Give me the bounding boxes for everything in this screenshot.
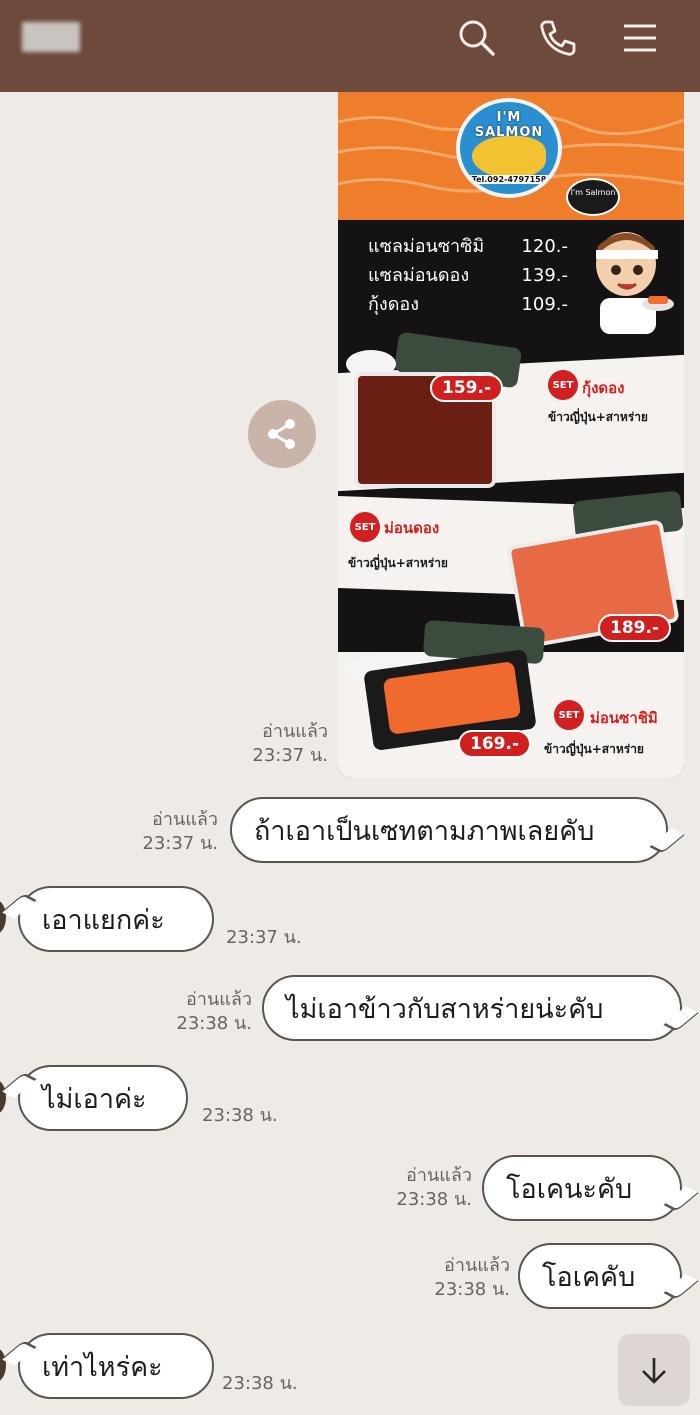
message-time: 23:38 น.: [202, 1105, 278, 1126]
set-price-tag: 169.-: [458, 730, 531, 758]
outgoing-message-bubble[interactable]: โอเคนะคับ: [482, 1155, 682, 1221]
incoming-message-bubble[interactable]: เอาแยกค่ะ: [18, 886, 214, 952]
contact-name-blurred: [22, 22, 80, 52]
chef-mascot-icon: [596, 232, 674, 334]
read-receipt: อ่านแล้ว: [262, 721, 328, 742]
message-meta: 23:38 น.: [222, 1372, 298, 1396]
message-text: ไม่เอาข้าวกับสาหร่ายน่ะคับ: [286, 993, 604, 1025]
phone-icon[interactable]: [536, 16, 580, 60]
set-subtitle: ข้าวญี่ปุ่น+สาหร่าย: [348, 556, 448, 570]
message-text: โอเคคับ: [542, 1261, 636, 1293]
set-title: ม่อนดอง: [384, 519, 440, 537]
set-badge: SET: [554, 700, 584, 730]
price-list: แซลม่อนซาซิมิ 120.- แซลม่อนดอง 139.- กุ้งด…: [368, 232, 568, 319]
message-time: 23:38 น.: [434, 1279, 510, 1300]
set-title: กุ้งดอง: [582, 379, 625, 397]
set-badge: SET: [350, 512, 380, 542]
set-price-tag: 159.-: [430, 374, 503, 402]
price-row: แซลม่อนดอง 139.-: [368, 265, 568, 286]
outgoing-message-bubble[interactable]: ถ้าเอาเป็นเซทตามภาพเลยคับ: [230, 797, 668, 863]
price-row: กุ้งดอง 109.-: [368, 294, 568, 315]
mascot-speech-bubble: I'm Salmon: [566, 178, 620, 216]
read-receipt: อ่านแล้ว: [152, 809, 218, 830]
menu-image-message[interactable]: I'M SALMON Tel.092-4797158 I'm Salmon แซ…: [338, 92, 684, 778]
message-meta: 23:38 น.: [202, 1104, 278, 1128]
message-text: ถ้าเอาเป็นเซทตามภาพเลยคับ: [254, 815, 595, 847]
outgoing-message-bubble[interactable]: โอเคคับ: [518, 1243, 682, 1309]
read-receipt: อ่านแล้ว: [444, 1255, 510, 1276]
menu-icon[interactable]: [618, 16, 662, 60]
arrow-down-icon: [642, 1358, 666, 1384]
message-time: 23:38 น.: [222, 1373, 298, 1394]
read-receipt: อ่านแล้ว: [406, 1165, 472, 1186]
scroll-to-bottom-button[interactable]: [618, 1334, 690, 1406]
menu-banner: I'M SALMON Tel.092-4797158: [338, 92, 684, 220]
set-title: ม่อนซาชิมิ: [590, 709, 658, 727]
message-time: 23:37 น.: [252, 745, 328, 766]
set-subtitle: ข้าวญี่ปุ่น+สาหร่าย: [548, 410, 648, 424]
message-time: 23:37 น.: [142, 833, 218, 854]
share-icon: [268, 419, 295, 449]
incoming-message-bubble[interactable]: ไม่เอาค่ะ: [18, 1065, 188, 1131]
fish-icon: [472, 136, 546, 178]
price-row: แซลม่อนซาซิมิ 120.-: [368, 236, 568, 257]
set-price-tag: 189.-: [598, 614, 671, 642]
outgoing-message-bubble[interactable]: ไม่เอาข้าวกับสาหร่ายน่ะคับ: [262, 975, 682, 1041]
read-receipt: อ่านแล้ว: [186, 989, 252, 1010]
share-button[interactable]: [248, 400, 316, 468]
message-meta: อ่านแล้ว 23:37 น.: [132, 808, 218, 856]
contact-avatar[interactable]: [0, 900, 6, 934]
chat-header: [0, 0, 700, 92]
message-meta: อ่านแล้ว 23:37 น.: [244, 720, 328, 768]
search-icon[interactable]: [454, 16, 498, 60]
restaurant-logo: I'M SALMON Tel.092-4797158: [456, 98, 562, 198]
contact-avatar[interactable]: [0, 1348, 6, 1382]
set-badge: SET: [548, 370, 578, 400]
message-meta: อ่านแล้ว 23:38 น.: [424, 1254, 510, 1302]
logo-phone: Tel.092-4797158: [460, 175, 558, 184]
message-text: เอาแยกค่ะ: [42, 904, 165, 936]
incoming-message-bubble[interactable]: เท่าไหร่คะ: [18, 1333, 214, 1399]
message-text: โอเคนะคับ: [506, 1173, 633, 1205]
message-time: 23:38 น.: [396, 1189, 472, 1210]
message-meta: 23:37 น.: [226, 926, 302, 950]
message-text: เท่าไหร่คะ: [42, 1351, 163, 1383]
message-meta: อ่านแล้ว 23:38 น.: [388, 1164, 472, 1212]
message-meta: อ่านแล้ว 23:38 น.: [166, 988, 252, 1036]
message-text: ไม่เอาค่ะ: [42, 1083, 147, 1115]
set-subtitle: ข้าวญี่ปุ่น+สาหร่าย: [544, 742, 644, 756]
message-time: 23:38 น.: [176, 1013, 252, 1034]
message-time: 23:37 น.: [226, 927, 302, 948]
contact-avatar[interactable]: [0, 1080, 6, 1114]
